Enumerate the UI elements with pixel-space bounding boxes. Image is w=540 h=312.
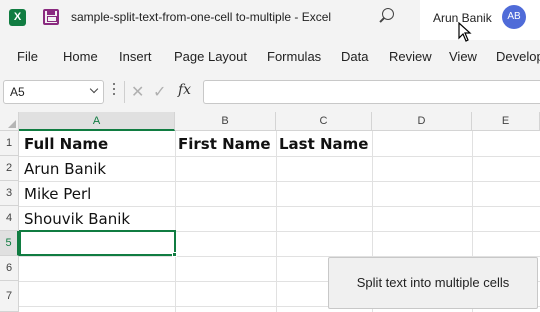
row-header-6[interactable]: 6 xyxy=(0,256,19,281)
name-box-value: A5 xyxy=(10,85,25,99)
tab-page-layout[interactable]: Page Layout xyxy=(174,49,247,64)
tab-file[interactable]: File xyxy=(17,49,38,64)
search-icon[interactable] xyxy=(382,8,394,20)
cell-a2[interactable]: Arun Banik xyxy=(24,160,106,178)
row-header-2[interactable]: 2 xyxy=(0,156,19,181)
excel-logo-icon: X xyxy=(9,9,26,26)
gridline xyxy=(19,156,540,157)
column-header-c[interactable]: C xyxy=(276,112,372,131)
gridline xyxy=(19,206,540,207)
divider xyxy=(124,81,125,103)
avatar[interactable]: AB xyxy=(502,5,526,29)
select-all-button[interactable] xyxy=(0,112,19,131)
column-header-d[interactable]: D xyxy=(372,112,472,131)
enter-icon[interactable]: ✓ xyxy=(153,82,166,102)
insert-function-icon[interactable]: fx xyxy=(178,82,191,98)
ribbon-tabs: File Home Insert Page Layout Formulas Da… xyxy=(0,44,540,70)
split-text-callout: Split text into multiple cells xyxy=(328,257,538,309)
tab-data[interactable]: Data xyxy=(341,49,368,64)
cell-c1[interactable]: Last Name xyxy=(279,135,368,153)
mouse-cursor-icon xyxy=(458,22,472,42)
fill-handle[interactable] xyxy=(172,252,177,257)
tab-view[interactable]: View xyxy=(449,49,477,64)
save-icon[interactable] xyxy=(43,9,59,25)
account-area[interactable]: Arun Banik AB xyxy=(420,0,540,40)
cell-b1[interactable]: First Name xyxy=(178,135,271,153)
row-header-3[interactable]: 3 xyxy=(0,181,19,206)
formula-bar: A5 ✕ ✓ fx xyxy=(0,78,540,106)
active-cell-a5[interactable] xyxy=(19,230,176,256)
gridline xyxy=(175,131,176,312)
row-header-4[interactable]: 4 xyxy=(0,206,19,231)
tab-review[interactable]: Review xyxy=(389,49,432,64)
row-header-5[interactable]: 5 xyxy=(0,231,19,256)
row-header-1[interactable]: 1 xyxy=(0,131,19,156)
formula-input[interactable] xyxy=(203,80,540,104)
tab-insert[interactable]: Insert xyxy=(119,49,152,64)
cell-a4[interactable]: Shouvik Banik xyxy=(24,210,130,228)
cancel-icon[interactable]: ✕ xyxy=(131,82,144,102)
row-header-7[interactable]: 7 xyxy=(0,281,19,312)
column-header-a[interactable]: A xyxy=(19,112,175,131)
tab-formulas[interactable]: Formulas xyxy=(267,49,321,64)
column-header-e[interactable]: E xyxy=(472,112,540,131)
cell-a1[interactable]: Full Name xyxy=(24,135,108,153)
more-options-icon[interactable] xyxy=(113,83,116,97)
chevron-down-icon[interactable] xyxy=(89,84,99,94)
cell-a3[interactable]: Mike Perl xyxy=(24,185,91,203)
name-box[interactable]: A5 xyxy=(3,80,104,104)
gridline xyxy=(19,181,540,182)
column-header-b[interactable]: B xyxy=(175,112,276,131)
tab-developer[interactable]: Develop xyxy=(496,49,540,64)
tab-home[interactable]: Home xyxy=(63,49,98,64)
document-title: sample-split-text-from-one-cell to-multi… xyxy=(71,10,332,24)
gridline xyxy=(276,131,277,312)
